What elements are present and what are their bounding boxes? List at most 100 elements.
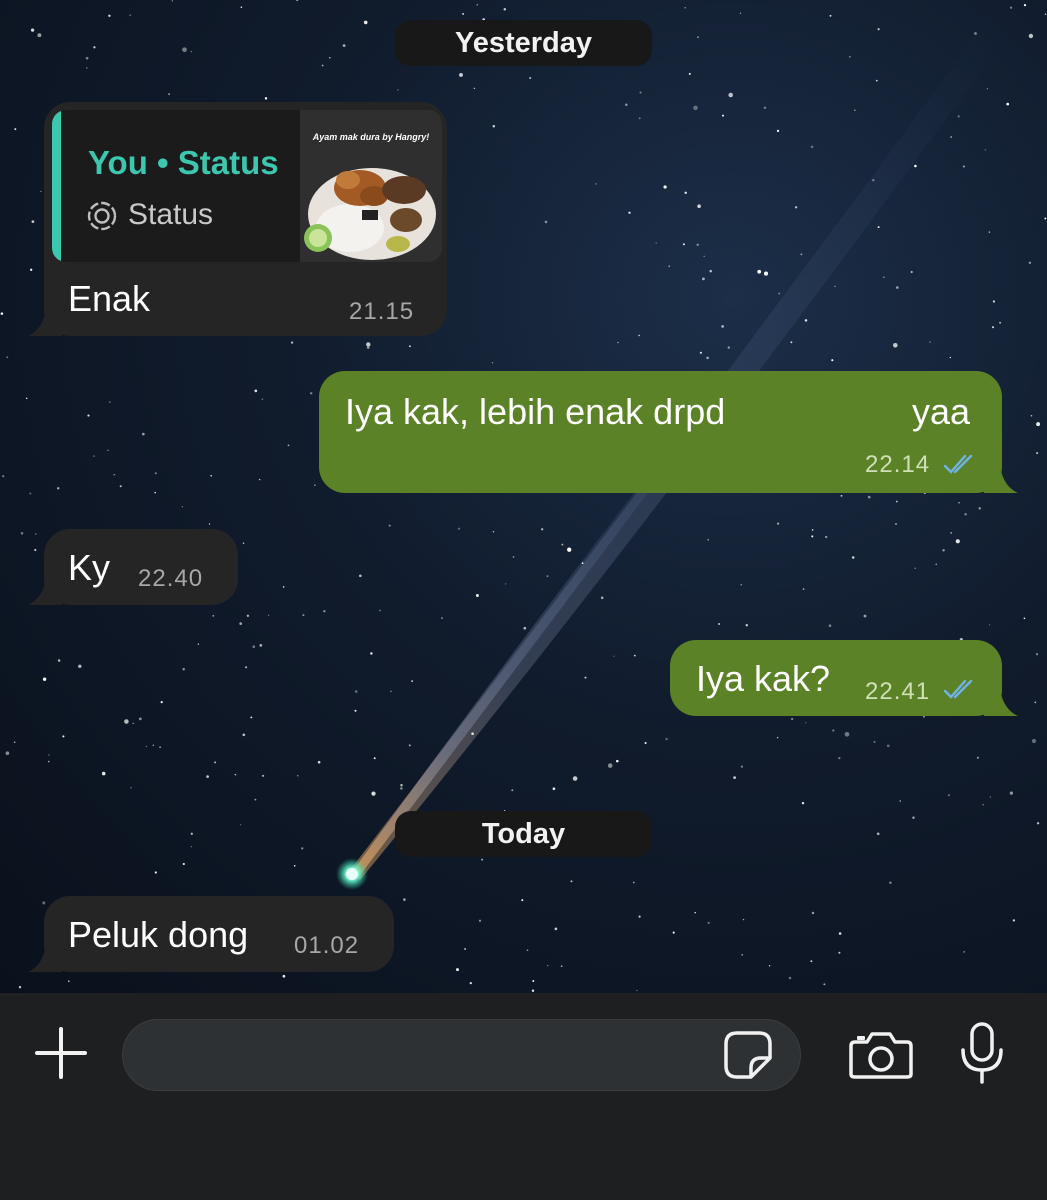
message-text: Iya kak? [696,658,831,699]
star [829,14,832,17]
star [992,300,996,303]
star [252,645,256,649]
status-icon [87,201,117,231]
star [354,709,357,712]
star [366,342,371,347]
quoted-status[interactable]: You • Status Status Ayam mak dura by Han… [52,110,442,262]
star [810,145,814,149]
message-input[interactable] [122,1019,801,1091]
star [14,128,17,131]
message-bubble-outgoing[interactable]: Iya kak? 22.41 [670,640,1018,716]
star [1034,701,1037,704]
star [531,989,535,992]
star [57,487,60,490]
star [1009,791,1014,795]
date-separator-yesterday: Yesterday [395,20,652,66]
star [287,444,290,447]
message-bubble-incoming[interactable]: Peluk dong 01.02 [28,896,394,972]
star [119,485,122,488]
star [823,983,826,986]
star [503,8,507,11]
star [441,617,443,620]
star [388,524,391,527]
star [1044,13,1047,15]
star [476,3,479,6]
star [30,268,33,271]
star [544,220,548,224]
star [707,539,709,541]
star [258,478,261,481]
message-bubble-incoming[interactable]: You • Status Status Ayam mak dura by Han… [28,102,447,336]
star [370,652,373,655]
star [696,243,699,246]
star [261,398,264,401]
star [309,392,313,395]
star [581,562,584,565]
camera-icon[interactable] [849,1030,913,1080]
star [457,527,461,530]
sticker-icon[interactable] [723,1030,773,1080]
star [154,472,157,475]
star [234,773,237,776]
star [733,776,736,779]
star [554,927,558,931]
star [875,79,878,82]
star [794,206,798,209]
star [93,455,95,457]
star [1035,653,1039,656]
star [254,798,257,801]
star [805,722,807,724]
star [709,269,712,273]
star [763,106,767,110]
read-ticks-icon [943,679,973,699]
star [35,533,37,535]
star [639,91,642,94]
star [560,965,563,968]
star [254,389,258,393]
star [492,531,495,533]
star [464,948,467,950]
star [739,12,742,14]
star [877,28,880,31]
star [57,659,61,662]
thumbnail-caption: Ayam mak dura by Hangry! [312,132,430,142]
star [988,231,991,233]
star [776,736,779,739]
star [863,614,867,618]
star [152,744,154,746]
star [962,165,965,168]
star [546,575,549,577]
plus-icon[interactable] [34,1026,88,1080]
star [561,543,564,546]
star [1028,33,1034,39]
star [512,556,515,558]
star [790,341,793,344]
quote-accent-bar [52,110,61,262]
star [239,824,242,826]
quote-type: Status [128,198,214,231]
message-bubble-incoming[interactable]: Ky 22.40 [28,529,238,605]
star [763,271,769,276]
star [811,529,814,531]
star [668,265,670,267]
star [469,981,472,985]
message-time: 22.41 [865,678,931,705]
message-bubble-outgoing[interactable]: Iya kak, lebih enak drpd yaa 22.14 [319,371,1018,493]
microphone-icon[interactable] [958,1022,1006,1084]
star [259,644,263,647]
star [363,20,368,25]
star [1036,422,1041,427]
star [379,609,381,612]
star [190,832,193,835]
star [264,97,268,100]
star [663,185,667,189]
star [804,319,808,322]
star [132,722,134,725]
star [547,964,549,967]
star [699,351,702,354]
star [471,732,474,736]
star [14,741,16,743]
star [242,542,245,544]
bubble-tail [28,579,62,605]
star [688,72,691,75]
